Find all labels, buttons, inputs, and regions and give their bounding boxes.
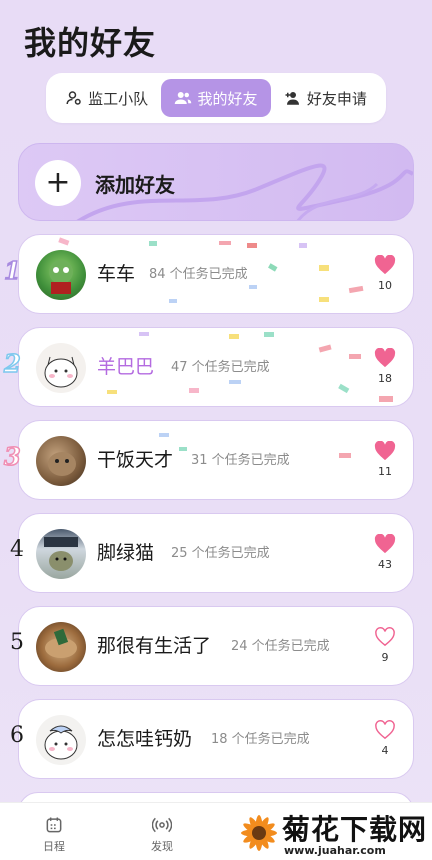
watermark-url: www.juahar.com (284, 844, 386, 857)
tasks-completed: 18 个任务已完成 (211, 732, 310, 747)
tasks-completed: 31 个任务已完成 (191, 453, 290, 468)
avatar[interactable] (36, 250, 86, 300)
heart-icon (374, 348, 396, 368)
watermark-title: 菊花下载网 (282, 813, 428, 846)
heart-icon (374, 534, 396, 554)
friend-row[interactable]: 羊巴巴 47 个任务已完成 18 (18, 327, 414, 407)
like-button[interactable]: 9 (371, 627, 399, 664)
add-friend-label: 添加好友 (95, 173, 175, 197)
like-button[interactable]: 18 (371, 348, 399, 385)
like-count: 9 (381, 651, 389, 664)
friend-name: 干饭天才 (97, 449, 174, 471)
friend-row[interactable]: 干饭天才 31 个任务已完成 11 (18, 420, 414, 500)
tab-label: 好友申请 (306, 89, 367, 108)
like-count: 43 (378, 558, 392, 571)
nav-label: 发现 (151, 840, 173, 853)
tab-my-friends[interactable]: 我的好友 (161, 79, 271, 117)
avatar[interactable] (36, 529, 86, 579)
tasks-completed: 25 个任务已完成 (171, 546, 270, 561)
plus-icon[interactable]: + (35, 160, 81, 206)
flower-logo-icon (241, 815, 277, 851)
like-count: 10 (378, 279, 392, 292)
like-count: 18 (378, 372, 392, 385)
tab-supervisor-team[interactable]: 监工小队 (52, 79, 161, 117)
user-gear-icon (66, 91, 81, 105)
friend-name: 羊巴巴 (97, 356, 155, 378)
tab-label: 监工小队 (88, 89, 149, 108)
add-friend-card[interactable]: + 添加好友 (18, 143, 414, 221)
rank-badge: 2 (3, 348, 21, 379)
watermark: 菊花下载网 www.juahar.com (236, 806, 432, 860)
friend-row[interactable]: 脚绿猫 25 个任务已完成 43 (18, 513, 414, 593)
friend-row[interactable]: 车车 84 个任务已完成 10 (18, 234, 414, 314)
nav-label: 日程 (43, 840, 65, 853)
tasks-completed: 84 个任务已完成 (149, 267, 248, 282)
tab-friend-requests[interactable]: 好友申请 (271, 79, 380, 117)
calendar-icon (46, 817, 62, 833)
tasks-completed: 24 个任务已完成 (231, 639, 330, 654)
nav-discover[interactable]: 发现 (132, 815, 192, 854)
rank-badge: 3 (3, 441, 21, 472)
avatar[interactable] (36, 715, 86, 765)
friend-name: 那很有生活了 (97, 635, 212, 657)
heart-icon (374, 441, 396, 461)
avatar[interactable] (36, 436, 86, 486)
nav-schedule[interactable]: 日程 (24, 815, 84, 854)
like-button[interactable]: 43 (371, 534, 399, 571)
avatar[interactable] (36, 343, 86, 393)
friend-name: 车车 (97, 263, 136, 285)
like-button[interactable]: 4 (371, 720, 399, 757)
page-title: 我的好友 (24, 24, 157, 62)
tab-bar: 监工小队 我的好友 好友申请 (46, 73, 386, 123)
heart-outline-icon (375, 720, 395, 740)
friend-row[interactable]: 那很有生活了 24 个任务已完成 9 (18, 606, 414, 686)
user-plus-icon (285, 92, 299, 105)
heart-icon (374, 255, 396, 275)
rank-badge: 1 (3, 255, 21, 286)
rank-number: 6 (10, 723, 24, 748)
rank-number: 4 (10, 537, 24, 562)
heart-outline-icon (375, 627, 395, 647)
avatar[interactable] (36, 622, 86, 672)
friend-name: 怎怎哇钙奶 (97, 728, 193, 750)
like-button[interactable]: 11 (371, 441, 399, 478)
friend-row[interactable]: 怎怎哇钙奶 18 个任务已完成 4 (18, 699, 414, 779)
tasks-completed: 47 个任务已完成 (171, 360, 270, 375)
tab-label: 我的好友 (197, 89, 258, 108)
friend-name: 脚绿猫 (97, 542, 155, 564)
like-count: 4 (381, 744, 389, 757)
rank-number: 5 (10, 630, 24, 655)
users-icon (175, 92, 192, 104)
like-count: 11 (378, 465, 392, 478)
like-button[interactable]: 10 (371, 255, 399, 292)
broadcast-icon (152, 817, 172, 833)
